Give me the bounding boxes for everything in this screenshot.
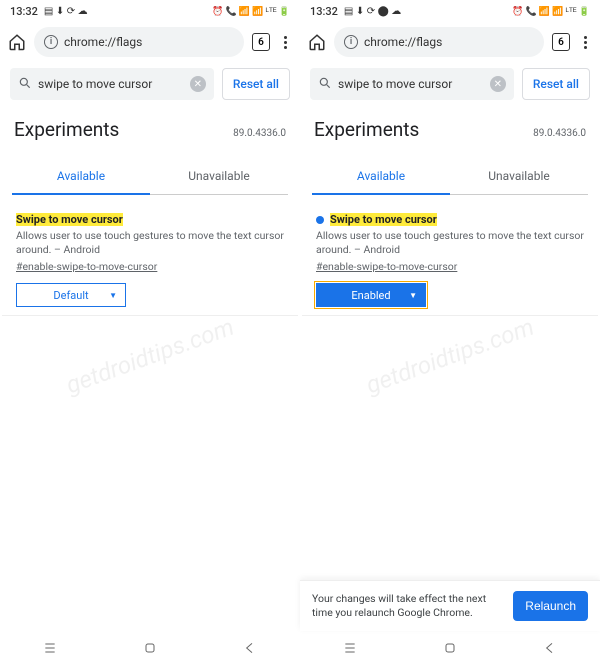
flags-search-input[interactable]: swipe to move cursor ✕ <box>10 68 214 100</box>
tab-unavailable[interactable]: Unavailable <box>150 159 288 194</box>
tab-strip: Available Unavailable <box>312 159 588 195</box>
overflow-menu-icon[interactable] <box>278 36 292 49</box>
chrome-version: 89.0.4336.0 <box>533 128 586 139</box>
changed-indicator-icon <box>316 216 324 224</box>
browser-toolbar: i chrome://flags 6 <box>300 22 600 62</box>
flag-state-dropdown[interactable]: Enabled ▼ <box>316 283 426 307</box>
overflow-menu-icon[interactable] <box>578 36 592 49</box>
recents-button[interactable] <box>342 640 358 656</box>
home-icon[interactable] <box>308 33 326 51</box>
flag-id: #enable-swipe-to-move-cursor <box>316 260 584 273</box>
recents-button[interactable] <box>42 640 58 656</box>
search-query-text: swipe to move cursor <box>338 77 452 91</box>
reset-all-button[interactable]: Reset all <box>522 68 590 100</box>
chevron-down-icon: ▼ <box>409 291 417 300</box>
page-header: Experiments 89.0.4336.0 <box>300 106 600 145</box>
flag-item: Swipe to move cursor Allows user to use … <box>2 195 298 316</box>
search-row: swipe to move cursor ✕ Reset all <box>0 62 300 106</box>
tab-unavailable[interactable]: Unavailable <box>450 159 588 194</box>
status-left-icons: ▤ ⬇ ⟳ ☁ <box>44 6 88 17</box>
search-query-text: swipe to move cursor <box>38 77 152 91</box>
page-title: Experiments <box>314 118 419 141</box>
status-left-icons: ▤ ⬇ ⟳ ⬤ ☁ <box>344 6 401 17</box>
content-area: getdroidtips.com <box>300 316 600 580</box>
home-button[interactable] <box>142 640 158 656</box>
content-area: getdroidtips.com <box>0 316 300 631</box>
url-bar[interactable]: i chrome://flags <box>334 27 544 57</box>
watermark: getdroidtips.com <box>62 313 237 400</box>
flag-title: Swipe to move cursor <box>330 213 437 226</box>
url-bar[interactable]: i chrome://flags <box>34 27 244 57</box>
search-row: swipe to move cursor ✕ Reset all <box>300 62 600 106</box>
search-icon <box>18 76 32 93</box>
info-icon: i <box>344 35 358 49</box>
dropdown-label: Enabled <box>351 289 390 302</box>
status-right-icons: ⏰ 📞 📶 📶 ᴸᵀᴱ 🔋 <box>512 6 590 17</box>
tab-strip: Available Unavailable <box>12 159 288 195</box>
relaunch-bar: Your changes will take effect the next t… <box>300 580 600 631</box>
watermark: getdroidtips.com <box>362 313 537 400</box>
home-button[interactable] <box>442 640 458 656</box>
flag-id: #enable-swipe-to-move-cursor <box>16 260 284 273</box>
back-button[interactable] <box>542 640 558 656</box>
chrome-version: 89.0.4336.0 <box>233 128 286 139</box>
flags-search-input[interactable]: swipe to move cursor ✕ <box>310 68 514 100</box>
status-time: 13:32 <box>310 5 338 18</box>
info-icon: i <box>44 35 58 49</box>
relaunch-button[interactable]: Relaunch <box>513 591 588 621</box>
dropdown-label: Default <box>53 289 88 302</box>
page-header: Experiments 89.0.4336.0 <box>0 106 300 145</box>
tab-switcher[interactable]: 6 <box>252 33 270 51</box>
phone-left: 13:32 ▤ ⬇ ⟳ ☁ ⏰ 📞 📶 📶 ᴸᵀᴱ 🔋 i chrome://f… <box>0 0 300 665</box>
url-text: chrome://flags <box>364 35 442 49</box>
flag-description: Allows user to use touch gestures to mov… <box>16 229 284 257</box>
flag-item: Swipe to move cursor Allows user to use … <box>302 195 598 316</box>
search-icon <box>318 76 332 93</box>
status-bar: 13:32 ▤ ⬇ ⟳ ⬤ ☁ ⏰ 📞 📶 📶 ᴸᵀᴱ 🔋 <box>300 0 600 22</box>
tab-switcher[interactable]: 6 <box>552 33 570 51</box>
url-text: chrome://flags <box>64 35 142 49</box>
relaunch-message: Your changes will take effect the next t… <box>312 592 503 619</box>
flag-title: Swipe to move cursor <box>16 213 123 226</box>
chevron-down-icon: ▼ <box>109 291 117 300</box>
phone-right: 13:32 ▤ ⬇ ⟳ ⬤ ☁ ⏰ 📞 📶 📶 ᴸᵀᴱ 🔋 i chrome:/… <box>300 0 600 665</box>
flag-description: Allows user to use touch gestures to mov… <box>316 229 584 257</box>
tab-available[interactable]: Available <box>12 159 150 195</box>
page-title: Experiments <box>14 118 119 141</box>
home-icon[interactable] <box>8 33 26 51</box>
reset-all-button[interactable]: Reset all <box>222 68 290 100</box>
tab-available[interactable]: Available <box>312 159 450 195</box>
clear-search-icon[interactable]: ✕ <box>190 76 206 92</box>
status-time: 13:32 <box>10 5 38 18</box>
flag-state-dropdown[interactable]: Default ▼ <box>16 283 126 307</box>
system-nav-bar <box>0 631 300 665</box>
clear-search-icon[interactable]: ✕ <box>490 76 506 92</box>
status-bar: 13:32 ▤ ⬇ ⟳ ☁ ⏰ 📞 📶 📶 ᴸᵀᴱ 🔋 <box>0 0 300 22</box>
status-right-icons: ⏰ 📞 📶 📶 ᴸᵀᴱ 🔋 <box>212 6 290 17</box>
system-nav-bar <box>300 631 600 665</box>
browser-toolbar: i chrome://flags 6 <box>0 22 300 62</box>
back-button[interactable] <box>242 640 258 656</box>
